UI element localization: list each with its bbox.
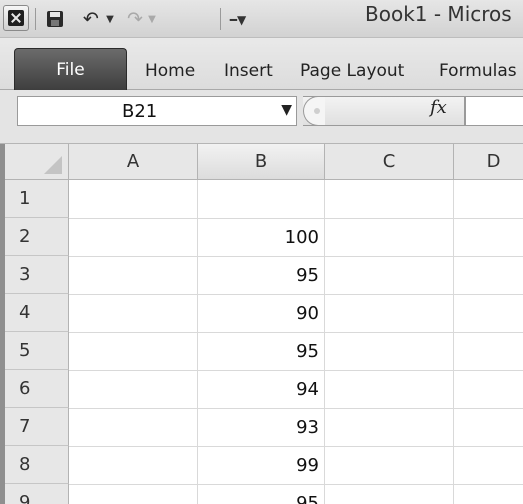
toolbar-separator [35, 8, 36, 30]
insert-function-icon[interactable]: fx [430, 97, 447, 118]
formula-bar: B21 ▼ fx [0, 90, 523, 144]
cell-b9[interactable]: 95 [198, 484, 325, 504]
row-header[interactable]: 9 [5, 484, 69, 504]
cell-b3[interactable]: 95 [198, 256, 325, 294]
row-header[interactable]: 8 [5, 446, 69, 484]
undo-icon[interactable]: ↶ [80, 6, 102, 32]
cell-b4[interactable]: 90 [198, 294, 325, 332]
window-title: Book1 - Micros [365, 2, 512, 26]
row-header[interactable]: 5 [5, 332, 69, 370]
select-all-button[interactable] [5, 144, 69, 180]
redo-icon[interactable]: ↷ [124, 6, 146, 32]
cell-b6[interactable]: 94 [198, 370, 325, 408]
cell-b8[interactable]: 99 [198, 446, 325, 484]
redo-dropdown-icon[interactable]: ▼ [146, 6, 158, 32]
row-header[interactable]: 3 [5, 256, 69, 294]
title-bar: ↶ ▼ ↷ ▼ ━ ▼ Book1 - Micros [0, 0, 523, 38]
column-header-d[interactable]: D [454, 144, 523, 180]
spreadsheet-grid: A B C D 1 2 100 3 95 4 90 5 95 6 94 7 93… [0, 144, 523, 504]
tab-file[interactable]: File [14, 48, 127, 90]
toolbar-separator [220, 8, 221, 30]
row-header[interactable]: 2 [5, 218, 69, 256]
cell-b5[interactable]: 95 [198, 332, 325, 370]
excel-app-icon[interactable] [3, 5, 29, 31]
tab-page-layout[interactable]: Page Layout [300, 61, 404, 81]
row-header[interactable]: 6 [5, 370, 69, 408]
row-header[interactable]: 4 [5, 294, 69, 332]
gridline [453, 180, 454, 504]
save-icon[interactable] [44, 6, 66, 32]
cell-b7[interactable]: 93 [198, 408, 325, 446]
column-header-c[interactable]: C [325, 144, 454, 180]
name-box[interactable]: B21 ▼ [17, 96, 297, 126]
tab-formulas[interactable]: Formulas [439, 61, 517, 81]
column-header-a[interactable]: A [69, 144, 198, 180]
row-header[interactable]: 7 [5, 408, 69, 446]
column-header-b[interactable]: B [198, 144, 325, 180]
name-box-value: B21 [122, 101, 158, 122]
ribbon-tabs: File Home Insert Page Layout Formulas [0, 38, 523, 90]
formula-input[interactable] [465, 96, 523, 126]
formula-bar-resize-handle[interactable] [303, 96, 325, 126]
tab-insert[interactable]: Insert [224, 61, 273, 81]
row-header[interactable]: 1 [5, 180, 69, 218]
cell-b1[interactable] [198, 180, 325, 218]
chevron-down-icon[interactable]: ▼ [281, 102, 292, 118]
undo-dropdown-icon[interactable]: ▼ [104, 6, 116, 32]
customize-toolbar-icon[interactable]: ━ ▼ [230, 7, 246, 33]
cell-b2[interactable]: 100 [198, 218, 325, 256]
tab-home[interactable]: Home [145, 61, 195, 81]
